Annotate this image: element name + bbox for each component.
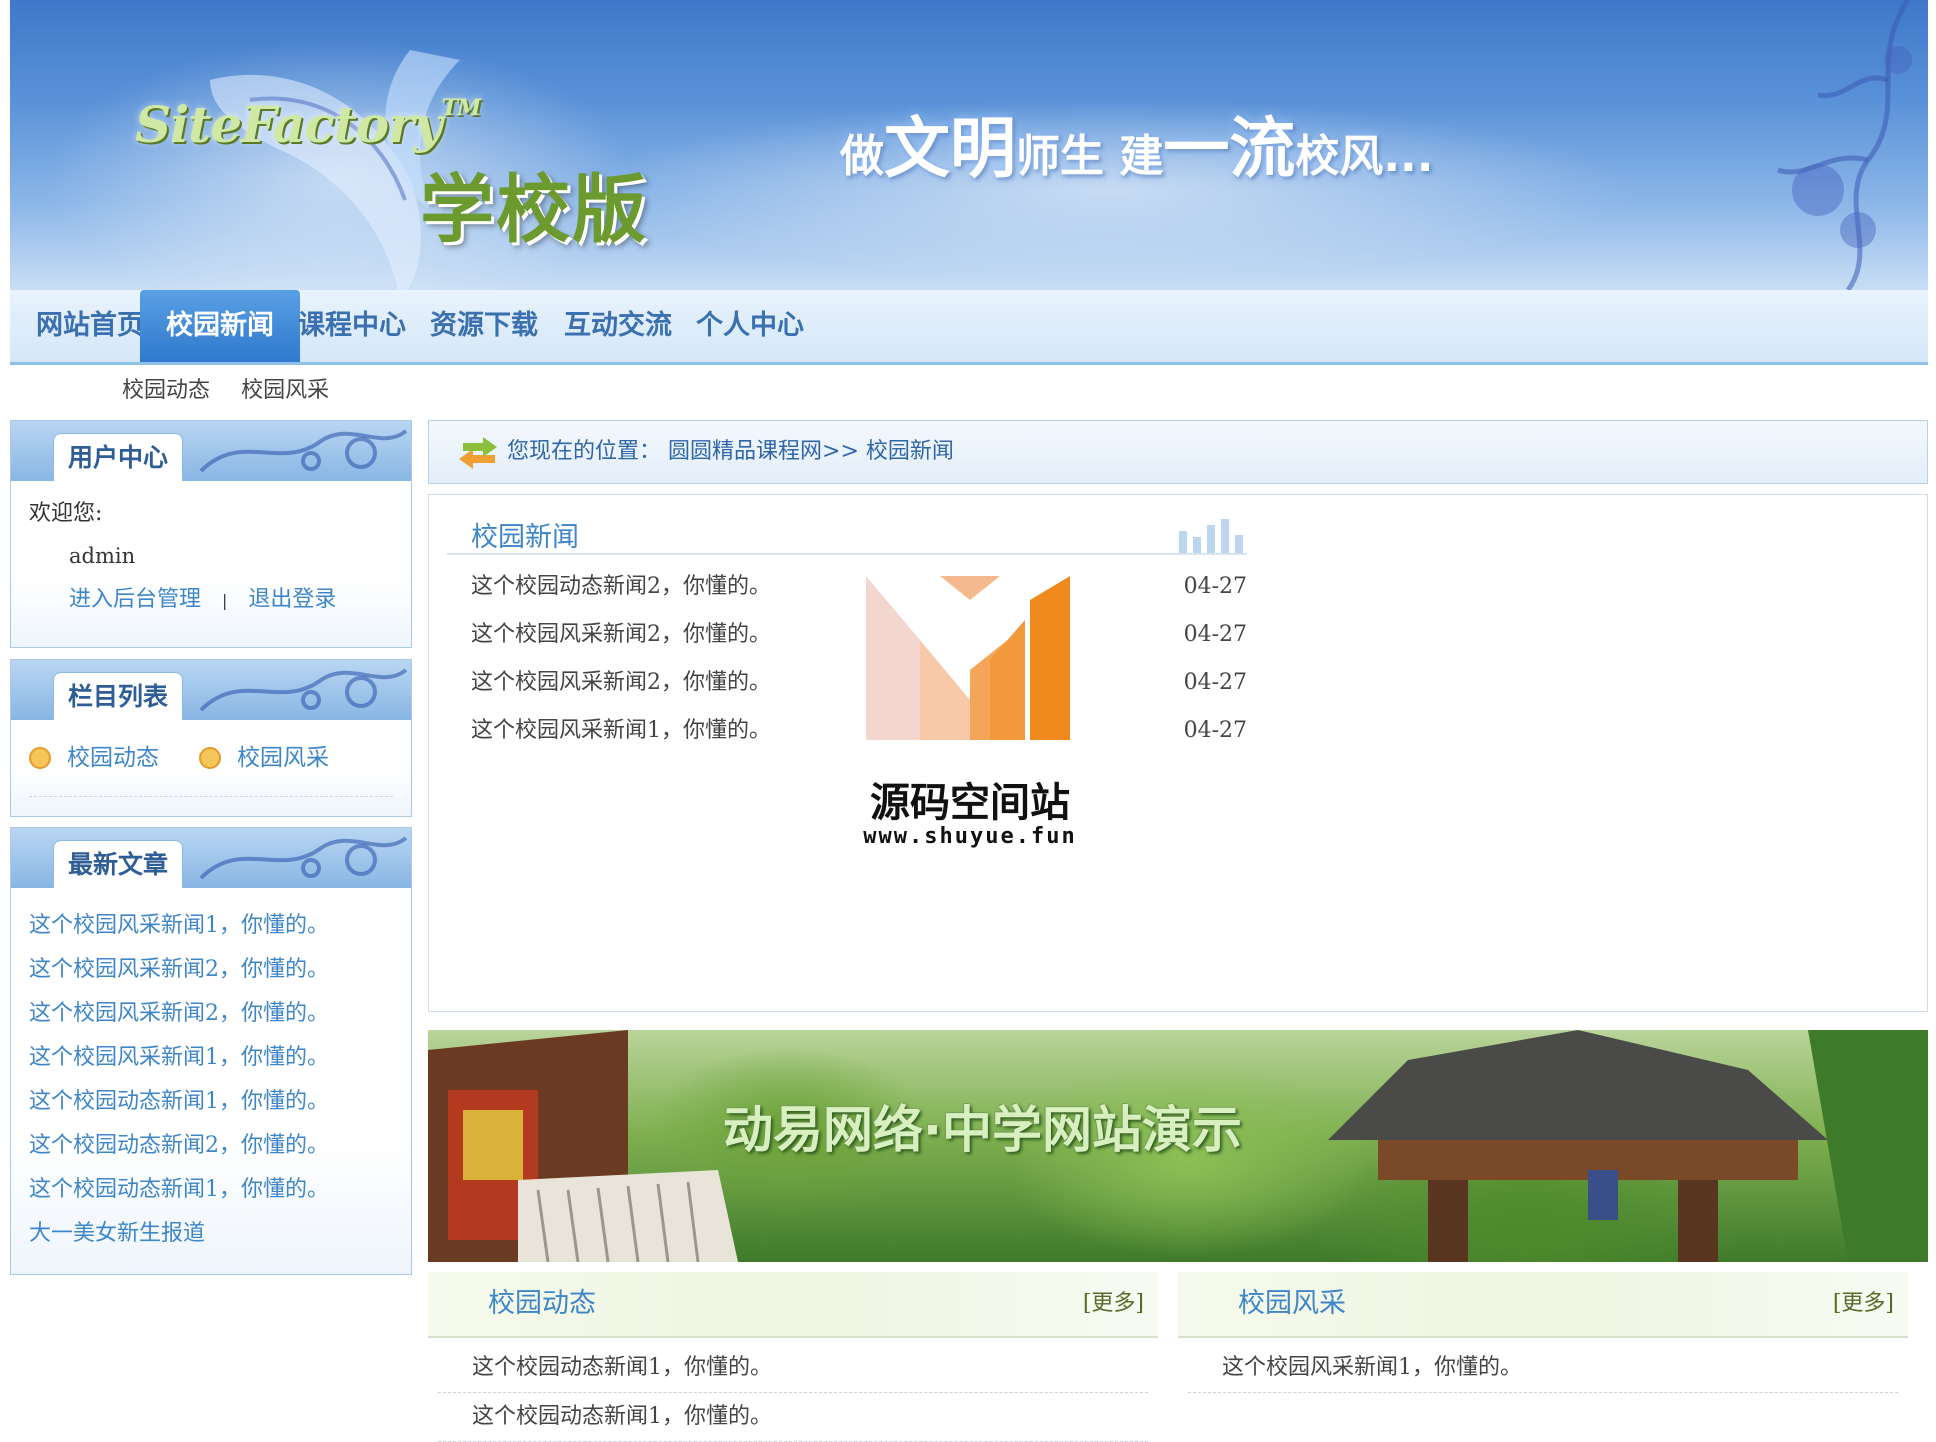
logo-text: SiteFactoryTM bbox=[135, 95, 481, 154]
campus-photo-banner: 动易网络·中学网站演示 bbox=[428, 1030, 1928, 1262]
alarm-clock-icon bbox=[199, 747, 221, 769]
latest-article-item[interactable]: 这个校园动态新闻2，你懂的。 bbox=[29, 1124, 393, 1168]
main-nav: 网站首页 校园新闻 课程中心 资源下载 互动交流 个人中心 bbox=[10, 290, 1928, 365]
news-row[interactable]: 这个校园风采新闻1，你懂的。 04-27 bbox=[471, 707, 1247, 755]
column-list-item[interactable]: 这个校园动态新闻1，你懂的。 bbox=[438, 1393, 1148, 1442]
campus-style-more-link[interactable]: [更多] bbox=[1833, 1272, 1894, 1336]
watermark-name: 源码空间站 bbox=[870, 780, 1070, 826]
campus-style-column: 校园风采 [更多] 这个校园风采新闻1，你懂的。 bbox=[1178, 1272, 1908, 1432]
category-box: 栏目列表 校园动态 校园风采 bbox=[10, 659, 412, 817]
swirl-decoration-icon bbox=[199, 429, 408, 473]
news-row-title[interactable]: 这个校园风采新闻2，你懂的。 bbox=[471, 670, 771, 695]
news-row-date: 04-27 bbox=[1183, 670, 1247, 695]
slogan-part: 师生 bbox=[1016, 131, 1120, 182]
username: admin bbox=[69, 544, 136, 568]
latest-article-item[interactable]: 大一美女新生报道 bbox=[29, 1212, 393, 1256]
latest-article-item[interactable]: 这个校园风采新闻2，你懂的。 bbox=[29, 992, 393, 1036]
breadcrumb-current[interactable]: 校园新闻 bbox=[866, 439, 954, 464]
logo-edition: 学校版 bbox=[420, 167, 648, 253]
sub-nav: 校园动态 校园风采 bbox=[122, 372, 355, 412]
latest-article-item[interactable]: 这个校园风采新闻1，你懂的。 bbox=[29, 904, 393, 948]
news-row[interactable]: 这个校园风采新闻2，你懂的。 04-27 bbox=[471, 611, 1247, 659]
swap-arrows-icon bbox=[459, 437, 497, 469]
campus-news-column: 校园动态 [更多] 这个校园动态新闻1，你懂的。 这个校园动态新闻1，你懂的。 bbox=[428, 1272, 1158, 1442]
link-separator: | bbox=[222, 591, 228, 610]
news-row-date: 04-27 bbox=[1183, 574, 1247, 599]
slogan: 做文明师生 建一流校风... bbox=[840, 95, 1433, 191]
news-panel: 校园新闻 这个校园动态新闻2，你懂的。 04-27 这个校园风采新闻2，你懂的。 04… bbox=[428, 494, 1928, 1012]
latest-articles-list: 这个校园风采新闻1，你懂的。 这个校园风采新闻2，你懂的。 这个校园风采新闻2，你懂… bbox=[29, 896, 393, 1264]
header-banner: SiteFactoryTM 学校版 做文明师生 建一流校风... bbox=[10, 0, 1928, 290]
alarm-clock-icon bbox=[29, 747, 51, 769]
column-list-item[interactable]: 这个校园风采新闻1，你懂的。 bbox=[1188, 1344, 1898, 1393]
swirl-decoration-icon bbox=[199, 836, 408, 880]
user-center-box: 用户中心 欢迎您: admin 进入后台管理 | 退出登录 bbox=[10, 420, 412, 648]
latest-article-item[interactable]: 这个校园动态新闻1，你懂的。 bbox=[29, 1080, 393, 1124]
slogan-part: 文明 bbox=[884, 110, 1016, 187]
photo-banner-title: 动易网络·中学网站演示 bbox=[723, 1101, 1242, 1159]
bar-chart-icon bbox=[1179, 519, 1243, 553]
category-item-campus-style[interactable]: 校园风采 bbox=[199, 720, 329, 796]
news-row[interactable]: 这个校园动态新闻2，你懂的。 04-27 bbox=[471, 563, 1247, 611]
slogan-part: 校风... bbox=[1295, 131, 1434, 182]
news-row-title[interactable]: 这个校园动态新闻2，你懂的。 bbox=[471, 574, 771, 599]
breadcrumb-prefix: 您现在的位置： bbox=[507, 439, 662, 464]
news-row-date: 04-27 bbox=[1183, 718, 1247, 743]
news-row-title[interactable]: 这个校园风采新闻2，你懂的。 bbox=[471, 622, 771, 647]
category-item-campus-news[interactable]: 校园动态 bbox=[29, 720, 159, 796]
slogan-part: 一流 bbox=[1163, 110, 1296, 187]
latest-article-item[interactable]: 这个校园风采新闻2，你懂的。 bbox=[29, 948, 393, 992]
subnav-item-campus-news[interactable]: 校园动态 bbox=[122, 378, 210, 403]
news-list: 这个校园动态新闻2，你懂的。 04-27 这个校园风采新闻2，你懂的。 04-27 这个… bbox=[471, 563, 1247, 755]
latest-article-item[interactable]: 这个校园风采新闻1，你懂的。 bbox=[29, 1036, 393, 1080]
column-list-item[interactable]: 这个校园动态新闻1，你懂的。 bbox=[438, 1344, 1148, 1393]
nav-item-5[interactable]: 个人中心 bbox=[670, 290, 830, 362]
slogan-part: 做 bbox=[840, 131, 884, 182]
user-center-title: 用户中心 bbox=[53, 433, 184, 481]
floral-decoration bbox=[1777, 0, 1912, 290]
watermark-url: www.shuyue.fun bbox=[863, 824, 1077, 849]
breadcrumb-separator: >> bbox=[822, 439, 859, 464]
admin-panel-link[interactable]: 进入后台管理 bbox=[69, 587, 201, 612]
latest-articles-title: 最新文章 bbox=[53, 840, 184, 888]
slogan-part: 建 bbox=[1119, 131, 1164, 182]
news-row[interactable]: 这个校园风采新闻2，你懂的。 04-27 bbox=[471, 659, 1247, 707]
category-title: 栏目列表 bbox=[53, 672, 184, 720]
latest-articles-box: 最新文章 这个校园风采新闻1，你懂的。 这个校园风采新闻2，你懂的。 这个校园风采新… bbox=[10, 827, 412, 1275]
campus-news-title: 校园动态 bbox=[488, 1288, 596, 1319]
campus-style-title: 校园风采 bbox=[1238, 1288, 1346, 1319]
swirl-decoration-icon bbox=[199, 668, 408, 712]
latest-article-item[interactable]: 这个校园动态新闻1，你懂的。 bbox=[29, 1168, 393, 1212]
breadcrumb: 您现在的位置： 圆圆精品课程网>> 校园新闻 bbox=[428, 420, 1928, 484]
news-row-title[interactable]: 这个校园风采新闻1，你懂的。 bbox=[471, 718, 771, 743]
news-panel-title: 校园新闻 bbox=[471, 522, 579, 553]
campus-news-more-link[interactable]: [更多] bbox=[1083, 1272, 1144, 1336]
logout-link[interactable]: 退出登录 bbox=[248, 587, 336, 612]
subnav-item-campus-style[interactable]: 校园风采 bbox=[241, 378, 329, 403]
welcome-text: 欢迎您: bbox=[29, 501, 103, 526]
breadcrumb-site-link[interactable]: 圆圆精品课程网 bbox=[668, 439, 822, 464]
news-row-date: 04-27 bbox=[1183, 622, 1247, 647]
